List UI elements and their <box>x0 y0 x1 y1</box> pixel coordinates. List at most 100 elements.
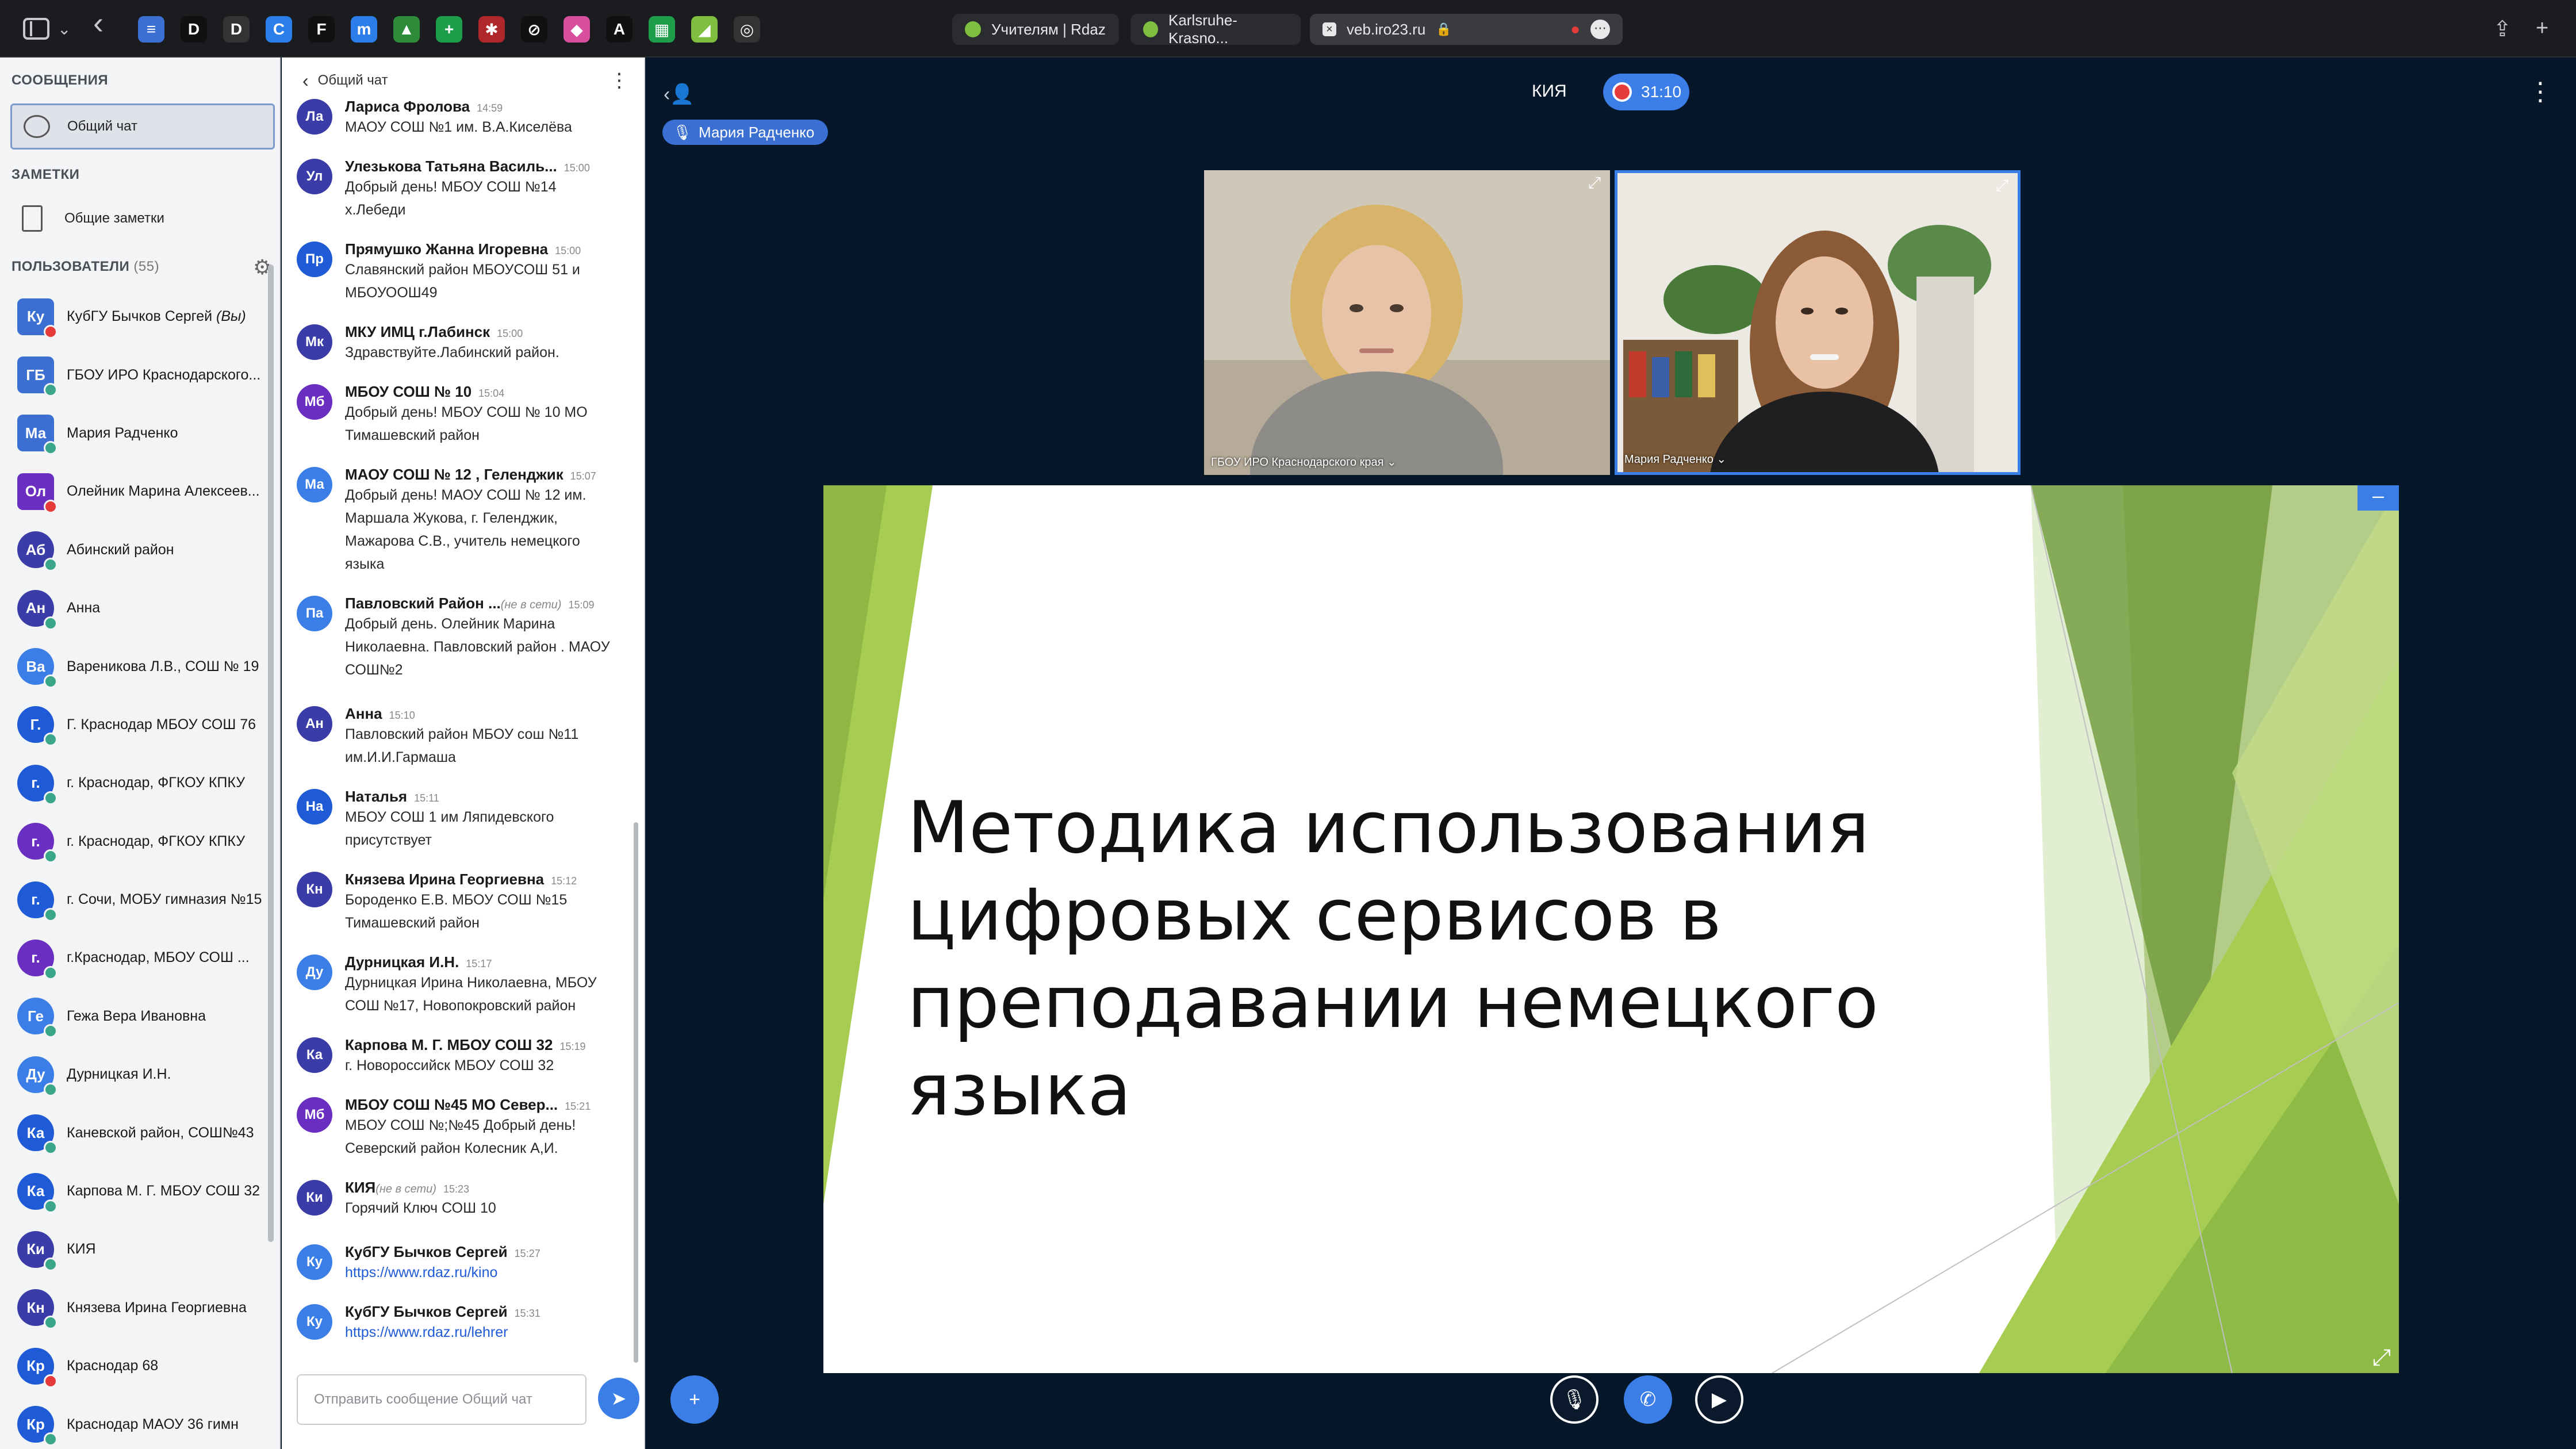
user-name: г. Краснодар, ФГКОУ КПКУ <box>67 775 246 791</box>
user-list-item[interactable]: ГБ ГБОУ ИРО Краснодарского... <box>0 346 270 404</box>
send-button[interactable]: ➤ <box>598 1378 639 1419</box>
share-webcam-button[interactable]: ▶ <box>1695 1375 1743 1424</box>
m-icon[interactable]: m <box>351 16 377 43</box>
public-chat-item[interactable]: Общий чат <box>10 103 275 150</box>
docs-icon[interactable]: ≡ <box>138 16 164 43</box>
user-list-item[interactable]: Ге Гежа Вера Ивановна <box>0 987 270 1045</box>
box-icon[interactable]: ◎ <box>734 16 760 43</box>
user-status-icon <box>44 1141 57 1155</box>
avatar: Па <box>297 596 332 631</box>
leave-audio-button[interactable]: ✆ <box>1624 1375 1672 1424</box>
user-list-item[interactable]: Ол Олейник Марина Алексеев... <box>0 462 270 520</box>
user-list-item[interactable]: Ку КубГУ Бычков Сергей (Вы) <box>0 288 270 346</box>
chevron-down-icon[interactable]: ⌄ <box>57 16 71 41</box>
address-text[interactable]: veb.iro23.ru <box>1347 21 1425 39</box>
fullscreen-icon[interactable]: ⤢ <box>1584 174 1605 195</box>
c-icon[interactable]: C <box>266 16 292 43</box>
user-name: Мария Радченко <box>67 424 178 441</box>
avatar: Ла <box>297 99 332 135</box>
user-list-item[interactable]: Г. Г. Краснодар МБОУ СОШ 76 <box>0 696 270 754</box>
paint-icon[interactable]: ◆ <box>564 16 590 43</box>
a-icon[interactable]: A <box>606 16 632 43</box>
message-link[interactable]: https://www.rdaz.ru/lehrer <box>345 1324 508 1340</box>
message-author: Павловский Район ...(не в сети) 15:09 <box>345 595 595 612</box>
message-text: МАОУ СОШ №1 им. В.А.Киселёва <box>345 119 572 135</box>
tab-karlsruhe[interactable]: Karlsruhe-Krasno... <box>1130 12 1301 47</box>
user-list-toggle-icon[interactable]: ‹👤 <box>664 83 695 106</box>
feather-icon[interactable]: F <box>308 16 335 43</box>
block-icon[interactable]: ⊘ <box>521 16 547 43</box>
avatar-initials: Кр <box>26 1415 45 1433</box>
chat-options-icon[interactable]: ⋮ <box>610 69 629 92</box>
drive-icon[interactable]: ▲ <box>393 16 420 43</box>
user-list-item[interactable]: Ва Вареникова Л.В., СОШ № 19 <box>0 637 270 695</box>
message-text: Добрый день. Олейник Марина <box>345 616 555 632</box>
message-author: Улезькова Татьяна Василь... 15:00 <box>345 158 590 175</box>
avatar: Кр <box>17 1347 57 1388</box>
webcam-video-2[interactable]: ⤢ Мария Радченко ⌄ <box>1615 170 2021 475</box>
chevron-left-icon[interactable]: ‹ <box>302 70 309 91</box>
more-options-icon[interactable]: ⋯ <box>1590 20 1610 39</box>
user-list-item[interactable]: Ан Анна <box>0 579 270 637</box>
user-list-item[interactable]: Ка Каневской район, СОШ№43 <box>0 1103 270 1162</box>
shared-notes-item[interactable]: Общие заметки <box>10 195 275 241</box>
left-sidebar: СООБЩЕНИЯ Общий чат ЗАМЕТКИ Общие заметк… <box>0 57 281 1449</box>
user-status-icon <box>44 499 57 513</box>
sheet-icon[interactable]: ▦ <box>649 16 675 43</box>
send-arrow-icon: ➤ <box>611 1388 627 1409</box>
fullscreen-icon[interactable]: ⤢ <box>1991 177 2013 198</box>
leaf-icon[interactable]: ◢ <box>691 16 718 43</box>
user-list-item[interactable]: г. г. Краснодар, ФГКОУ КПКУ <box>0 812 270 871</box>
tab-rdaz[interactable]: Учителям | Rdaz <box>952 14 1119 45</box>
recording-indicator[interactable]: 31:10 <box>1603 74 1689 110</box>
notes-section-title: ЗАМЕТКИ <box>12 167 80 182</box>
microphone-recording-icon[interactable]: ● <box>1570 20 1580 39</box>
message-time: 15:00 <box>564 162 590 174</box>
d-dark-icon[interactable]: D <box>223 16 250 43</box>
chat-scrollbar[interactable] <box>634 822 638 1363</box>
avatar-initials: г. <box>31 832 40 850</box>
message-author: Лариса Фролова 14:59 <box>345 98 503 115</box>
avatar: Ку <box>297 1244 332 1280</box>
user-list-item[interactable]: Ка Карпова М. Г. МБОУ СОШ 32 <box>0 1162 270 1220</box>
chat-message-input[interactable]: Отправить сообщение Общий чат <box>297 1374 586 1425</box>
microphone-muted-icon: 🎙 <box>1562 1389 1587 1410</box>
message-link[interactable]: https://www.rdaz.ru/kino <box>345 1264 497 1281</box>
webcam-video-1[interactable]: ⤢ ГБОУ ИРО Краснодарского края ⌄ <box>1204 170 1610 475</box>
message-time: 15:00 <box>555 245 581 256</box>
user-list-item[interactable]: г. г. Краснодар, ФГКОУ КПКУ <box>0 754 270 812</box>
avatar-initials: Ма <box>25 424 47 442</box>
message-text: языка <box>345 556 385 572</box>
tab-active-address[interactable]: × veb.iro23.ru 🔒 ● ⋯ <box>1310 14 1623 45</box>
avatar-initials: Ка <box>26 1124 45 1141</box>
user-list-item[interactable]: Ма Мария Радченко <box>0 404 270 462</box>
plus-icon[interactable]: + <box>436 16 462 43</box>
fullscreen-presentation-icon[interactable]: ⤢ <box>2372 1345 2391 1371</box>
avatar-initials: г. <box>31 949 40 967</box>
user-list-item[interactable]: Кр Краснодар 68 <box>0 1337 270 1395</box>
user-list-item[interactable]: Кн Князева Ирина Георгиевна <box>0 1279 270 1337</box>
user-list-item[interactable]: г. г. Сочи, МОБУ гимназия №15 <box>0 871 270 929</box>
chat-message: Ку КубГУ Бычков Сергей 15:27 https://www.rd… <box>297 1243 630 1284</box>
avatar: Ва <box>17 648 57 689</box>
close-tab-icon[interactable]: × <box>1322 22 1336 36</box>
minimize-presentation-button[interactable]: – <box>2358 485 2399 511</box>
new-tab-icon[interactable]: + <box>2536 16 2548 41</box>
user-list-item[interactable]: г. г.Краснодар, МБОУ СОШ ... <box>0 929 270 987</box>
user-list-item[interactable]: Кр Краснодар МАОУ 36 гимн <box>0 1395 270 1449</box>
d-icon[interactable]: D <box>181 16 207 43</box>
share-icon[interactable]: ⇪ <box>2493 16 2512 42</box>
user-list-item[interactable]: Ки КИЯ <box>0 1220 270 1278</box>
actions-plus-button[interactable]: + <box>670 1375 719 1424</box>
bug-icon[interactable]: ✱ <box>478 16 505 43</box>
video-name-tag: ГБОУ ИРО Краснодарского края ⌄ <box>1211 456 1397 469</box>
user-list-item[interactable]: Аб Абинский район <box>0 521 270 579</box>
mute-microphone-button[interactable]: 🎙 <box>1550 1375 1598 1424</box>
user-name: Олейник Марина Алексеев... <box>67 483 260 500</box>
user-name: Г. Краснодар МБОУ СОШ 76 <box>67 716 256 733</box>
message-author: КубГУ Бычков Сергей 15:27 <box>345 1243 540 1260</box>
options-menu-icon[interactable]: ⋮ <box>2528 77 2553 106</box>
sidebar-toggle-icon[interactable] <box>23 18 49 40</box>
back-arrow-icon[interactable]: ‹ <box>93 6 103 40</box>
user-list-item[interactable]: Ду Дурницкая И.Н. <box>0 1045 270 1103</box>
